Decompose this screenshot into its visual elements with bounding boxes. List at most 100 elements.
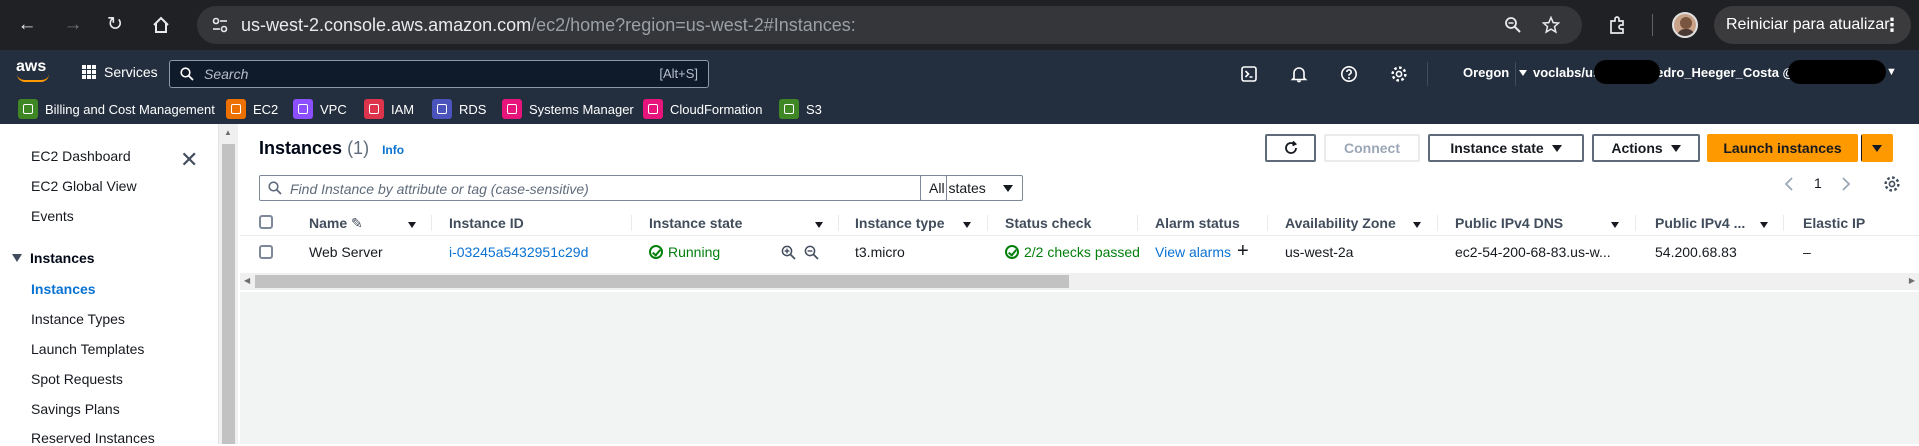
close-sidebar-icon[interactable]: ✕ — [180, 147, 198, 173]
sidebar-item-ec2-dashboard[interactable]: EC2 Dashboard — [31, 148, 131, 164]
column-header-public-ipv4-dns[interactable]: Public IPv4 DNS — [1455, 215, 1563, 231]
actions-button[interactable]: Actions — [1592, 134, 1700, 162]
connect-button[interactable]: Connect — [1324, 134, 1420, 162]
reload-icon[interactable]: ↻ — [102, 12, 128, 38]
account-menu[interactable]: voclabs/use Pedro_Heeger_Costa @ — [1533, 65, 1795, 80]
sidebar-item-instance-types[interactable]: Instance Types — [31, 311, 125, 327]
bookmark-star-icon[interactable] — [1542, 16, 1560, 34]
account-caret-icon[interactable]: ▼ — [1886, 66, 1897, 78]
column-header-availability-zone[interactable]: Availability Zone — [1285, 215, 1396, 231]
refresh-button[interactable] — [1265, 134, 1316, 162]
site-info-icon[interactable] — [211, 16, 229, 34]
column-header-name[interactable]: Name ✎ — [309, 215, 363, 232]
favorite-ec2[interactable]: EC2 — [226, 97, 278, 121]
instance-filter-input[interactable]: Find Instance by attribute or tag (case-… — [259, 175, 947, 201]
services-menu-button[interactable]: Services — [82, 64, 158, 80]
favorites-bar: Billing and Cost Management EC2 VPC IAM … — [0, 97, 1919, 123]
extensions-icon[interactable] — [1607, 15, 1627, 35]
zoom-icon[interactable] — [1504, 16, 1522, 34]
row-checkbox[interactable] — [259, 245, 273, 259]
zoom-in-icon[interactable] — [781, 245, 796, 260]
favorite-rds[interactable]: RDS — [432, 97, 486, 121]
profile-avatar[interactable] — [1672, 12, 1698, 38]
region-selector[interactable]: Oregon — [1463, 65, 1527, 80]
search-shortcut: [Alt+S] — [659, 66, 698, 81]
launch-instances-dropdown[interactable] — [1861, 134, 1893, 162]
sort-caret-icon[interactable] — [1611, 222, 1619, 228]
favorite-cloudformation[interactable]: CloudFormation — [643, 97, 763, 121]
favorite-s3[interactable]: S3 — [779, 97, 822, 121]
launch-instances-button[interactable]: Launch instances — [1707, 134, 1858, 162]
cloudshell-icon[interactable] — [1240, 65, 1258, 83]
page-number[interactable]: 1 — [1814, 175, 1822, 191]
table-row[interactable]: Web Server i-03245a5432951c29d Running t… — [240, 237, 1919, 267]
rds-icon — [432, 99, 452, 119]
restart-update-button[interactable]: Reiniciar para atualizar ⋮ — [1714, 6, 1911, 44]
column-header-status-check[interactable]: Status check — [1005, 215, 1091, 231]
cell-availability-zone: us-west-2a — [1285, 244, 1354, 260]
instance-state-value: Running — [668, 244, 721, 260]
back-icon[interactable]: ← — [14, 12, 40, 38]
instance-id-link[interactable]: i-03245a5432951c29d — [449, 244, 588, 260]
column-header-alarm-status[interactable]: Alarm status — [1155, 215, 1240, 231]
sidebar-section-instances[interactable]: Instances — [12, 250, 95, 266]
global-search-input[interactable]: Search [Alt+S] — [169, 60, 709, 88]
url-path: /ec2/home?region=us-west-2#Instances: — [531, 15, 856, 35]
previous-page-icon[interactable] — [1783, 177, 1795, 194]
sidebar-item-spot-requests[interactable]: Spot Requests — [31, 371, 123, 387]
favorite-systems-manager[interactable]: Systems Manager — [502, 97, 634, 121]
view-alarms-link[interactable]: View alarms — [1155, 244, 1231, 260]
sort-caret-icon[interactable] — [963, 222, 971, 228]
scrollbar-thumb[interactable] — [255, 275, 1069, 288]
info-link[interactable]: Info — [382, 143, 404, 157]
sidebar-scrollbar[interactable]: ▲ — [218, 124, 238, 444]
sort-caret-icon[interactable] — [1760, 222, 1768, 228]
favorite-vpc[interactable]: VPC — [293, 97, 347, 121]
url-text[interactable]: us-west-2.console.aws.amazon.com/ec2/hom… — [241, 15, 856, 36]
column-header-instance-state[interactable]: Instance state — [649, 215, 742, 231]
scroll-right-icon[interactable]: ▶ — [1909, 276, 1915, 285]
next-page-icon[interactable] — [1840, 177, 1852, 194]
address-bar[interactable]: us-west-2.console.aws.amazon.com/ec2/hom… — [197, 6, 1582, 44]
forward-icon[interactable]: → — [60, 12, 86, 38]
sidebar-item-savings-plans[interactable]: Savings Plans — [31, 401, 120, 417]
toolbar-divider — [1652, 14, 1653, 36]
aws-logo[interactable]: aws — [16, 58, 50, 82]
services-label: Services — [104, 64, 158, 80]
column-header-instance-id[interactable]: Instance ID — [449, 215, 524, 231]
help-icon[interactable] — [1340, 65, 1358, 83]
sidebar-item-launch-templates[interactable]: Launch Templates — [31, 341, 144, 357]
settings-gear-icon[interactable] — [1390, 65, 1408, 83]
sort-caret-icon[interactable] — [408, 222, 416, 228]
scroll-left-icon[interactable]: ◀ — [244, 276, 250, 285]
scrollbar-thumb[interactable] — [222, 144, 235, 444]
sort-caret-icon[interactable] — [815, 222, 823, 228]
billing-icon — [18, 99, 38, 119]
table-horizontal-scrollbar[interactable]: ◀ ▶ — [240, 273, 1919, 290]
instance-state-button[interactable]: Instance state — [1428, 134, 1584, 162]
select-all-checkbox[interactable] — [259, 215, 273, 229]
notifications-bell-icon[interactable] — [1290, 65, 1308, 83]
column-divider — [1267, 215, 1268, 231]
zoom-out-icon[interactable] — [804, 245, 819, 260]
sidebar-item-events[interactable]: Events — [31, 208, 74, 224]
home-icon[interactable] — [148, 12, 174, 38]
column-header-public-ipv4[interactable]: Public IPv4 ... — [1655, 215, 1745, 231]
add-alarm-plus-icon[interactable]: + — [1237, 240, 1249, 263]
favorite-label: VPC — [320, 101, 347, 117]
sidebar-item-instances[interactable]: Instances — [31, 281, 96, 297]
more-menu-icon[interactable]: ⋮ — [1883, 6, 1901, 44]
redaction-bar — [1594, 60, 1660, 84]
filter-placeholder: Find Instance by attribute or tag (case-… — [290, 181, 589, 197]
state-filter-select[interactable]: All states — [920, 175, 1023, 201]
sidebar-item-ec2-global-view[interactable]: EC2 Global View — [31, 178, 137, 194]
sort-caret-icon[interactable] — [1413, 222, 1421, 228]
table-preferences-gear-icon[interactable] — [1883, 175, 1901, 196]
cloudformation-icon — [643, 99, 663, 119]
favorite-billing[interactable]: Billing and Cost Management — [18, 97, 215, 121]
scroll-up-icon[interactable]: ▲ — [224, 128, 232, 137]
column-header-elastic-ip[interactable]: Elastic IP — [1803, 215, 1865, 231]
restart-update-label: Reiniciar para atualizar — [1726, 16, 1890, 33]
favorite-iam[interactable]: IAM — [364, 97, 414, 121]
column-header-instance-type[interactable]: Instance type — [855, 215, 944, 231]
